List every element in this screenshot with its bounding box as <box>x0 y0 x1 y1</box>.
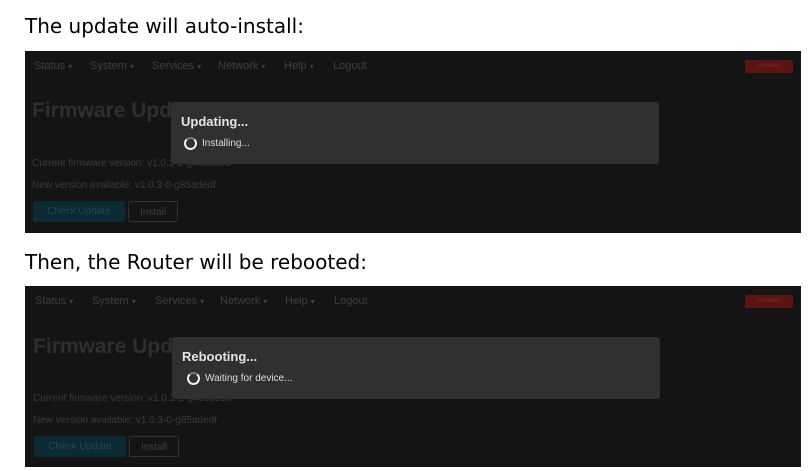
dialog-status-row: Installing... <box>184 137 250 150</box>
top-nav: Status ▾ System ▾ Services ▾ Network ▾ Help ▾… <box>25 286 801 316</box>
install-button[interactable]: Install <box>129 436 179 457</box>
updating-dialog: Updating... Installing... <box>171 102 659 164</box>
unsaved-changes-badge[interactable]: unsaved <box>745 60 793 73</box>
spinner-icon <box>184 137 197 150</box>
nav-network[interactable]: Network ▾ <box>218 60 265 72</box>
router-screenshot-rebooting: Status ▾ System ▾ Services ▾ Network ▾ Help ▾… <box>25 286 801 467</box>
chevron-down-icon: ▾ <box>310 297 315 306</box>
nav-status[interactable]: Status ▾ <box>34 60 72 72</box>
nav-system[interactable]: System ▾ <box>92 295 136 307</box>
check-update-button[interactable]: Check Update <box>33 201 125 222</box>
chevron-down-icon: ▾ <box>131 297 136 306</box>
new-version-available: New version available: v1.0.3-0-g85adedf <box>33 415 217 426</box>
nav-system[interactable]: System ▾ <box>90 60 134 72</box>
chevron-down-icon: ▾ <box>197 62 202 71</box>
chevron-down-icon: ▾ <box>263 297 268 306</box>
nav-help[interactable]: Help ▾ <box>284 60 314 72</box>
nav-network[interactable]: Network ▾ <box>220 295 267 307</box>
top-nav: Status ▾ System ▾ Services ▾ Network ▾ Help ▾… <box>25 51 801 81</box>
nav-help[interactable]: Help ▾ <box>285 295 315 307</box>
chevron-down-icon: ▾ <box>261 62 266 71</box>
chevron-down-icon: ▾ <box>69 297 74 306</box>
dialog-title: Rebooting... <box>182 349 258 364</box>
chevron-down-icon: ▾ <box>309 62 314 71</box>
router-screenshot-updating: Status ▾ System ▾ Services ▾ Network ▾ Help ▾… <box>25 51 801 233</box>
chevron-down-icon: ▾ <box>129 62 134 71</box>
nav-logout[interactable]: Logout <box>334 295 368 307</box>
dialog-status-row: Waiting for device... <box>187 372 292 385</box>
nav-services[interactable]: Services ▾ <box>152 60 201 72</box>
rebooting-dialog: Rebooting... Waiting for device... <box>172 337 660 399</box>
nav-status[interactable]: Status ▾ <box>35 295 73 307</box>
check-update-button[interactable]: Check Update <box>34 436 126 457</box>
dialog-message: Installing... <box>202 138 250 149</box>
caption-reboot: Then, the Router will be rebooted: <box>25 250 367 274</box>
install-button[interactable]: Install <box>128 201 178 222</box>
chevron-down-icon: ▾ <box>200 297 205 306</box>
dialog-message: Waiting for device... <box>205 373 293 384</box>
caption-auto-install: The update will auto-install: <box>25 14 304 38</box>
unsaved-changes-badge[interactable]: unsaved <box>745 295 793 308</box>
new-version-available: New version available: v1.0.3-0-g85adedf <box>32 180 216 191</box>
nav-logout[interactable]: Logout <box>333 60 367 72</box>
chevron-down-icon: ▾ <box>68 62 73 71</box>
dialog-title: Updating... <box>181 114 249 129</box>
spinner-icon <box>187 372 200 385</box>
nav-services[interactable]: Services ▾ <box>155 295 204 307</box>
